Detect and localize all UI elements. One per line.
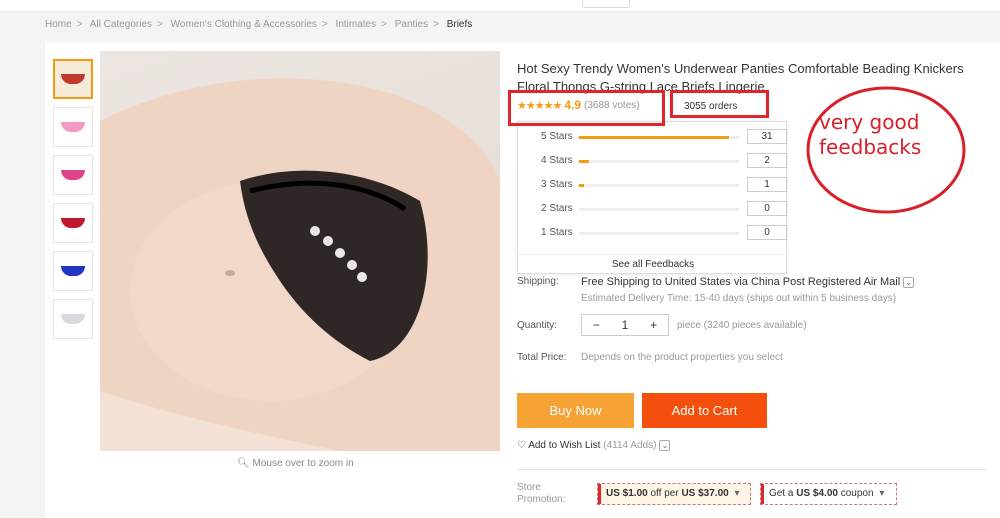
- feedback-row-count: 1: [747, 177, 787, 192]
- breadcrumb-womens-clothing[interactable]: Women's Clothing & Accessories: [171, 19, 317, 30]
- feedback-row: 3 Stars 1: [518, 177, 788, 193]
- add-to-cart-button[interactable]: Add to Cart: [642, 393, 767, 428]
- quantity-decrease-button[interactable]: −: [582, 318, 611, 332]
- breadcrumb-all-categories[interactable]: All Categories: [90, 19, 152, 30]
- coupon2-suffix: coupon: [837, 488, 874, 499]
- zoom-hint: 🔍︎ Mouse over to zoom in: [237, 458, 354, 469]
- coupon2-value: US $4.00: [796, 488, 838, 499]
- gallery-thumbnail[interactable]: [53, 299, 93, 339]
- promotion-coupon-2[interactable]: Get a US $4.00 coupon ▾: [760, 483, 897, 505]
- thumbnail-image: [61, 170, 85, 180]
- feedback-bar: [579, 184, 739, 187]
- feedback-row: 1 Stars 0: [518, 225, 788, 241]
- product-image[interactable]: [100, 51, 500, 451]
- zoom-hint-text: Mouse over to zoom in: [252, 458, 354, 469]
- feedback-row: 4 Stars 2: [518, 153, 788, 169]
- shipping-method[interactable]: Free Shipping to United States via China…: [581, 276, 915, 288]
- magnifier-icon: 🔍︎: [237, 458, 250, 469]
- dropdown-arrow-icon: ▾: [879, 488, 885, 499]
- feedback-popup: 5 Stars 31 4 Stars 2 3 Stars 1 2 Stars 0…: [517, 121, 788, 274]
- feedback-row-count: 2: [747, 153, 787, 168]
- store-promotion-label-line2: Promotion:: [517, 494, 566, 505]
- add-to-wish-list[interactable]: ♡ Add to Wish List (4114 Adds) ⌄: [517, 440, 671, 452]
- gallery-thumbnail[interactable]: [53, 107, 93, 147]
- product-photo: [100, 78, 500, 451]
- gallery-thumbnail[interactable]: [53, 203, 93, 243]
- feedback-row-count: 0: [747, 225, 787, 240]
- quantity-increase-button[interactable]: +: [639, 318, 668, 332]
- feedback-row-label: 1 Stars: [541, 227, 573, 238]
- thumbnail-image: [61, 74, 85, 84]
- breadcrumb-panties[interactable]: Panties: [395, 19, 428, 30]
- chevron-down-icon[interactable]: ⌄: [659, 440, 671, 451]
- promotion-coupon-1[interactable]: US $1.00 off per US $37.00 ▾: [597, 483, 751, 505]
- annotation-box-orders: [670, 90, 769, 118]
- shipping-method-text: Free Shipping to United States via China…: [581, 276, 901, 288]
- quantity-stepper: − 1 +: [581, 314, 669, 336]
- thumbnail-image: [61, 266, 85, 276]
- gallery-thumbnail[interactable]: [53, 251, 93, 291]
- breadcrumb-briefs[interactable]: Briefs: [447, 19, 473, 30]
- quantity-input[interactable]: 1: [611, 318, 640, 332]
- feedback-row: 5 Stars 31: [518, 129, 788, 145]
- total-price-label: Total Price:: [517, 352, 567, 363]
- thumbnail-image: [61, 314, 85, 324]
- feedback-row-label: 5 Stars: [541, 131, 573, 142]
- feedback-row-label: 3 Stars: [541, 179, 573, 190]
- wish-list-adds: (4114 Adds): [603, 440, 657, 452]
- delivery-time: Estimated Delivery Time: 15-40 days (shi…: [581, 293, 897, 304]
- feedback-bar: [579, 160, 739, 163]
- feedback-bar-fill: [579, 136, 730, 139]
- thumbnail-strip: [53, 59, 93, 347]
- store-promotion-label: Store Promotion:: [517, 482, 565, 506]
- coupon1-threshold: US $37.00: [681, 488, 729, 499]
- annotation-box-rating: [508, 90, 665, 126]
- feedback-row-count: 31: [747, 129, 787, 144]
- pieces-available: piece (3240 pieces available): [677, 320, 807, 331]
- feedback-row: 2 Stars 0: [518, 201, 788, 217]
- feedback-bar: [579, 136, 739, 139]
- breadcrumb-intimates[interactable]: Intimates: [336, 19, 377, 30]
- total-price-value: Depends on the product properties you se…: [581, 352, 783, 363]
- breadcrumb: Home > All Categories > Women's Clothing &…: [45, 19, 473, 30]
- feedback-row-label: 2 Stars: [541, 203, 573, 214]
- chevron-down-icon[interactable]: ⌄: [903, 276, 915, 288]
- feedback-bar-fill: [579, 184, 584, 187]
- thumbnail-image: [61, 218, 85, 228]
- thumbnail-image: [61, 122, 85, 132]
- feedback-bar: [579, 208, 739, 211]
- wish-list-label: Add to Wish List: [528, 440, 601, 452]
- annotation-text: very good feedbacks: [819, 110, 922, 159]
- coupon1-discount: US $1.00: [606, 488, 648, 499]
- buy-now-button[interactable]: Buy Now: [517, 393, 634, 428]
- coupon2-prefix: Get a: [769, 488, 797, 499]
- breadcrumb-home[interactable]: Home: [45, 19, 72, 30]
- gallery-thumbnail[interactable]: [53, 155, 93, 195]
- see-all-feedbacks-link[interactable]: See all Feedbacks: [518, 254, 788, 274]
- feedback-row-count: 0: [747, 201, 787, 216]
- feedback-bar: [579, 232, 739, 235]
- feedback-row-label: 4 Stars: [541, 155, 573, 166]
- feedback-bar-fill: [579, 160, 589, 163]
- quantity-label: Quantity:: [517, 320, 558, 331]
- heart-icon: ♡: [517, 440, 526, 452]
- dropdown-arrow-icon: ▾: [734, 488, 740, 499]
- coupon1-mid: off per: [647, 488, 682, 499]
- header-stub: [582, 0, 630, 8]
- gallery-thumbnail[interactable]: [53, 59, 93, 99]
- store-promotion-label-line1: Store: [517, 482, 541, 493]
- shipping-label: Shipping:: [517, 276, 559, 287]
- top-bar: [0, 0, 1000, 12]
- divider: [517, 469, 987, 470]
